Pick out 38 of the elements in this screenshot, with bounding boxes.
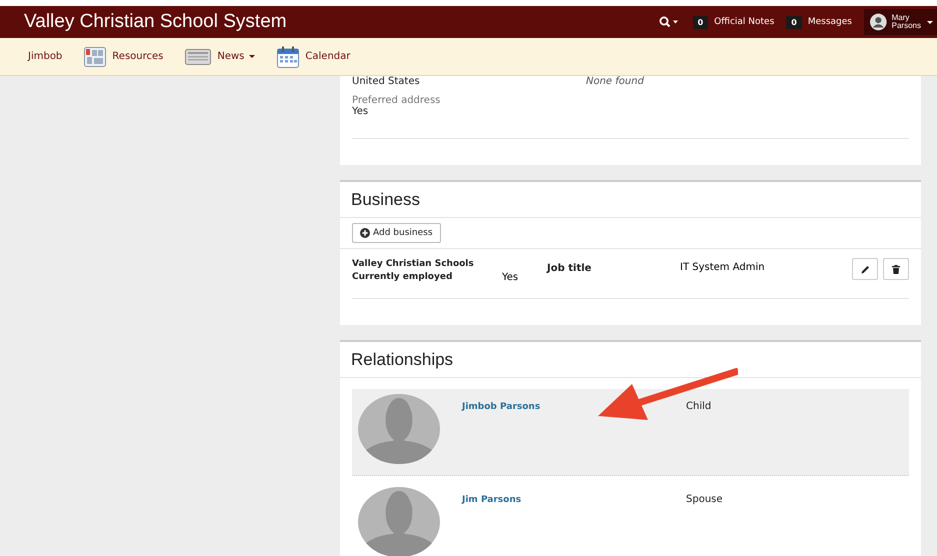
- trash-icon: [892, 264, 900, 274]
- messages-link[interactable]: Messages: [808, 17, 852, 27]
- edit-button[interactable]: [852, 258, 878, 280]
- section-title: Relationships: [340, 342, 921, 378]
- user-avatar-icon: [870, 13, 887, 31]
- relation-text: Child: [686, 401, 712, 412]
- avatar-silhouette-icon: [358, 487, 440, 556]
- relation-text: Spouse: [686, 494, 723, 505]
- newspaper-icon: [185, 48, 212, 64]
- nav-link[interactable]: Jimbob: [28, 51, 62, 62]
- person-link[interactable]: Jim Parsons: [462, 495, 686, 505]
- field-value: Yes: [352, 106, 370, 117]
- field-value: Yes: [502, 272, 520, 283]
- count-badge: 0: [692, 16, 708, 28]
- plus-circle-icon: [360, 228, 370, 238]
- delete-button[interactable]: [883, 258, 909, 280]
- resources-icon: [84, 46, 106, 66]
- user-menu-button[interactable]: Mary Parsons: [864, 9, 937, 35]
- employer-name: Valley Christian Schools: [352, 258, 475, 271]
- address-country: United States: [352, 76, 421, 87]
- nav-link[interactable]: Calendar: [277, 46, 350, 68]
- field-value: IT System Admin: [680, 262, 766, 273]
- person-link[interactable]: Jimbob Parsons: [462, 402, 686, 412]
- field-label: Preferred address: [352, 95, 442, 106]
- pencil-icon: [860, 264, 870, 274]
- app-title[interactable]: Valley Christian School System: [24, 11, 287, 33]
- count-badge: 0: [786, 16, 802, 28]
- field-label: Currently employed: [352, 271, 454, 284]
- nav-link[interactable]: News: [185, 48, 256, 64]
- section-title: Business: [340, 182, 921, 218]
- empty-text: None found: [586, 76, 644, 89]
- field-label: Job title: [547, 262, 592, 275]
- avatar-silhouette-icon: [358, 394, 440, 464]
- search-button[interactable]: [658, 16, 679, 28]
- add-business-button[interactable]: Add business: [352, 223, 441, 243]
- official-notes-link[interactable]: Official Notes: [714, 17, 774, 27]
- nav-link[interactable]: Resources: [84, 46, 164, 66]
- calendar-icon: [277, 46, 300, 68]
